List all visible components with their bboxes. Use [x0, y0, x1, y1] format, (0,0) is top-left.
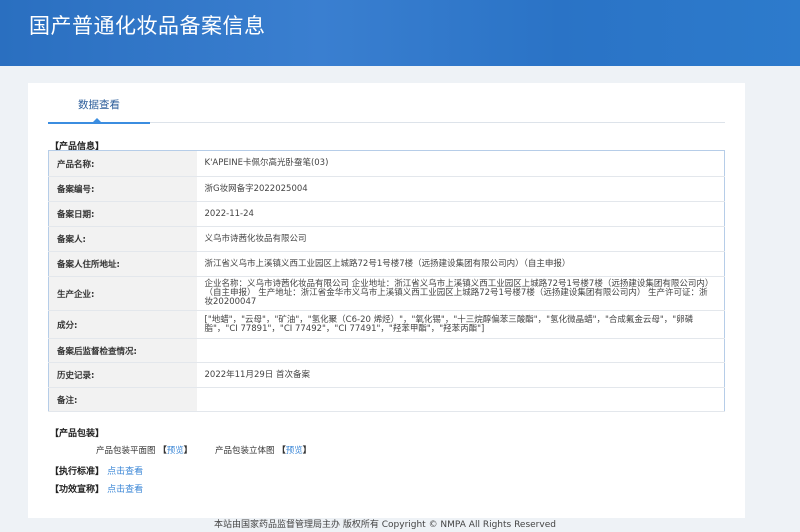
row-value: 企业名称：义乌市诗茜化妆品有限公司 企业地址：浙江省义乌市上溪镇义西工业园区上城…: [196, 276, 725, 311]
table-row: 成分: ["地蜡"，"云母"，"矿油"，"氢化聚（C6-20 烯烃）"，"氧化锡"…: [48, 310, 725, 339]
tab-bar: 数据查看: [48, 83, 725, 124]
page-title: 国产普通化妆品备案信息: [29, 14, 266, 38]
row-value: 浙江省义乌市上溪镇义西工业园区上城路72号1号楼7楼（远扬建设集团有限公司内）（…: [196, 251, 725, 277]
product-info-table: 产品名称: K'APEINE卡佩尔高光卧蚕笔(03) 备案编号: 浙G妆网备字202…: [48, 150, 725, 412]
footer: 本站由国家药品监督管理局主办 版权所有 Copyright © NMPA All…: [0, 518, 800, 532]
row-value: [196, 338, 725, 363]
row-label: 备案编号:: [48, 176, 197, 202]
section-packaging: 【产品包装】: [50, 429, 105, 439]
table-row: 历史记录: 2022年11月29日 首次备案: [48, 362, 725, 388]
packaging-flat: 产品包装平面图 【预览】: [96, 444, 192, 456]
row-value: [196, 387, 725, 412]
row-label: 备案日期:: [48, 201, 197, 227]
bracket: 【: [277, 446, 286, 456]
table-row: 生产企业: 企业名称：义乌市诗茜化妆品有限公司 企业地址：浙江省义乌市上溪镇义西工…: [48, 276, 725, 311]
tab-data-view[interactable]: 数据查看: [48, 83, 150, 124]
row-label: 历史记录:: [48, 362, 197, 388]
page-header: 国产普通化妆品备案信息: [0, 0, 800, 66]
packaging-solid: 产品包装立体图 【预览】: [215, 444, 311, 456]
row-value: 义乌市诗茜化妆品有限公司: [196, 226, 725, 252]
section-standard: 【执行标准】 点击查看: [50, 464, 143, 477]
standard-title: 【执行标准】: [50, 467, 105, 477]
copyright-text: 本站由国家药品监督管理局主办 版权所有 Copyright © NMPA All…: [214, 520, 556, 530]
row-value: 2022-11-24: [196, 201, 725, 227]
bracket: 】: [302, 446, 312, 456]
preview-flat-link[interactable]: 预览: [167, 446, 184, 456]
table-row: 备案人住所地址: 浙江省义乌市上溪镇义西工业园区上城路72号1号楼7楼（远扬建设集…: [48, 251, 725, 277]
row-value: 2022年11月29日 首次备案: [196, 362, 725, 388]
table-row: 产品名称: K'APEINE卡佩尔高光卧蚕笔(03): [48, 150, 725, 177]
section-efficacy: 【功效宣称】 点击查看: [50, 482, 143, 495]
row-value: ["地蜡"，"云母"，"矿油"，"氢化聚（C6-20 烯烃）"，"氧化锡"，"十…: [196, 310, 725, 339]
packaging-solid-label: 产品包装立体图: [215, 446, 275, 456]
preview-solid-link[interactable]: 预览: [286, 446, 303, 456]
row-label: 生产企业:: [48, 276, 197, 311]
table-row: 备注:: [48, 387, 725, 412]
table-row: 备案人: 义乌市诗茜化妆品有限公司: [48, 226, 725, 252]
table-row: 备案编号: 浙G妆网备字2022025004: [48, 176, 725, 202]
row-label: 备注:: [48, 387, 197, 412]
content-card: 数据查看 【产品信息】 产品名称: K'APEINE卡佩尔高光卧蚕笔(03) 备案…: [28, 83, 745, 518]
row-label: 产品名称:: [48, 150, 197, 177]
table-row: 备案后监督检查情况:: [48, 338, 725, 363]
row-label: 备案人:: [48, 226, 197, 252]
row-value: 浙G妆网备字2022025004: [196, 176, 725, 202]
row-label: 备案后监督检查情况:: [48, 338, 197, 363]
efficacy-view-link[interactable]: 点击查看: [107, 485, 143, 495]
standard-view-link[interactable]: 点击查看: [107, 467, 143, 477]
row-label: 成分:: [48, 310, 197, 339]
row-value: K'APEINE卡佩尔高光卧蚕笔(03): [196, 150, 725, 177]
bracket: 】: [183, 446, 193, 456]
efficacy-title: 【功效宣称】: [50, 485, 105, 495]
row-label: 备案人住所地址:: [48, 251, 197, 277]
packaging-flat-label: 产品包装平面图: [96, 446, 156, 456]
bracket: 【: [158, 446, 167, 456]
table-row: 备案日期: 2022-11-24: [48, 201, 725, 227]
